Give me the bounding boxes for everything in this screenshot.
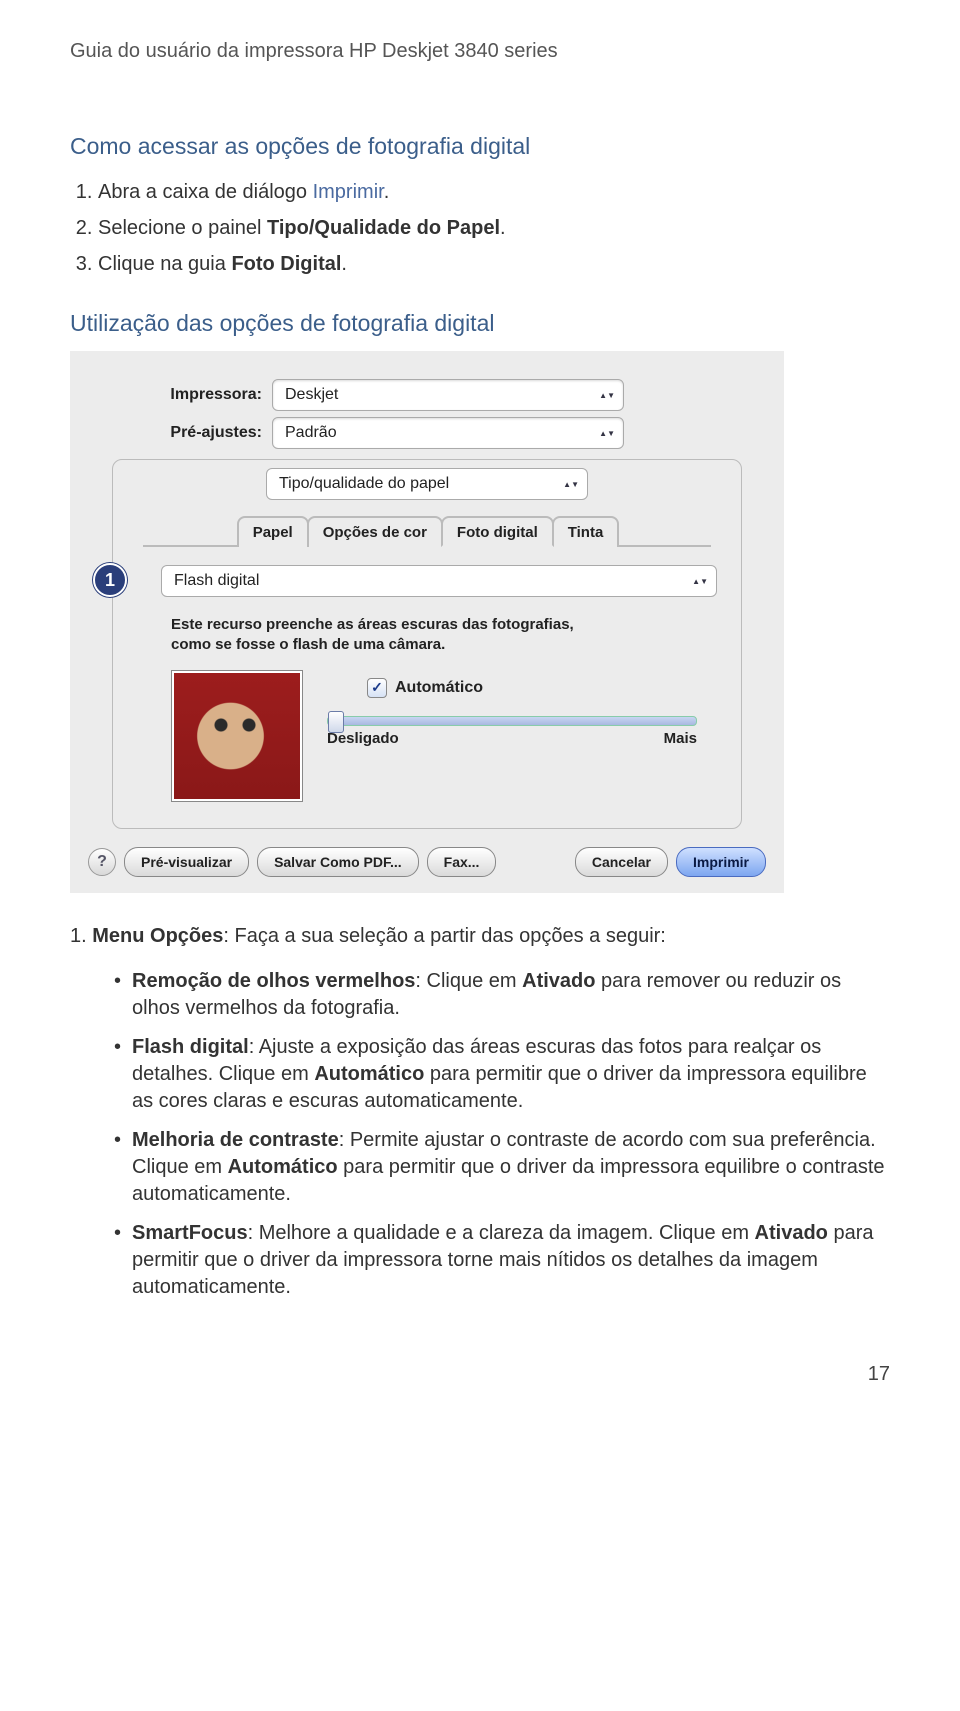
printer-select[interactable]: Deskjet ▲▼ [272, 379, 624, 411]
steps-list: Abra a caixa de diálogo Imprimir. Seleci… [70, 174, 890, 282]
menu-intro-num: 1. [70, 925, 92, 947]
bullet-contrast: Melhoria de contraste: Permite ajustar o… [114, 1121, 890, 1214]
slider-max-label: Mais [664, 730, 697, 747]
step-2: Selecione o painel Tipo/Qualidade do Pap… [98, 210, 890, 246]
bullet-red-eye-b2: Ativado [522, 970, 595, 992]
step-1-link: Imprimir [313, 181, 384, 203]
bullet-flash-title: Flash digital [132, 1036, 249, 1058]
bullet-smartfocus: SmartFocus: Melhore a qualidade e a clar… [114, 1214, 890, 1307]
slider-track[interactable] [327, 716, 697, 726]
print-button[interactable]: Imprimir [676, 847, 766, 877]
menu-intro-bold: Menu Opções [92, 925, 223, 947]
auto-label: Automático [395, 679, 483, 697]
updown-icon: ▲▼ [563, 481, 579, 488]
menu-intro: 1. Menu Opções: Faça a sua seleção a par… [70, 923, 890, 950]
step-3-post: . [341, 253, 347, 275]
step-2-post: . [500, 217, 506, 239]
preview-button[interactable]: Pré-visualizar [124, 847, 249, 877]
panel-tabs: Papel Opções de cor Foto digital Tinta [143, 514, 711, 547]
cancel-button[interactable]: Cancelar [575, 847, 668, 877]
step-2-pre: Selecione o painel [98, 217, 267, 239]
printer-label: Impressora: [122, 386, 272, 404]
tab-papel[interactable]: Papel [237, 516, 309, 547]
slider-thumb[interactable] [328, 711, 344, 733]
digital-option-value: Flash digital [174, 572, 259, 590]
presets-row: Pré-ajustes: Padrão ▲▼ [122, 417, 742, 449]
digital-option-select[interactable]: Flash digital ▲▼ [161, 565, 717, 597]
dialog-footer: ? Pré-visualizar Salvar Como PDF... Fax.… [88, 847, 766, 877]
printer-value: Deskjet [285, 386, 338, 404]
intensity-slider: Desligado Mais [327, 716, 697, 747]
step-1-pre: Abra a caixa de diálogo [98, 181, 313, 203]
auto-checkbox-row: ✓ Automático [367, 678, 707, 698]
menu-intro-rest: : Faça a sua seleção a partir das opções… [223, 925, 665, 947]
step-1-post: . [384, 181, 390, 203]
updown-icon: ▲▼ [599, 430, 615, 437]
tab-foto-digital[interactable]: Foto digital [441, 516, 554, 547]
panel-category-select[interactable]: Tipo/qualidade do papel ▲▼ [266, 468, 588, 500]
presets-label: Pré-ajustes: [122, 424, 272, 442]
preview-row: ✓ Automático Desligado Mais [171, 670, 707, 802]
printer-row: Impressora: Deskjet ▲▼ [122, 379, 742, 411]
options-bullets: Remoção de olhos vermelhos: Clique em At… [114, 962, 890, 1307]
step-3-pre: Clique na guia [98, 253, 231, 275]
panel-category-value: Tipo/qualidade do papel [279, 475, 449, 493]
step-1: Abra a caixa de diálogo Imprimir. [98, 174, 890, 210]
bullet-contrast-title: Melhoria de contraste [132, 1129, 339, 1151]
document-page: Guia do usuário da impressora HP Deskjet… [0, 0, 960, 1416]
auto-checkbox[interactable]: ✓ [367, 678, 387, 698]
bullet-smartfocus-t1: : Melhore a qualidade e a clareza da ima… [248, 1222, 755, 1244]
tab-content: 1 Flash digital ▲▼ Este recurso preenche… [137, 565, 717, 802]
option-description: Este recurso preenche as áreas escuras d… [171, 615, 591, 656]
presets-select[interactable]: Padrão ▲▼ [272, 417, 624, 449]
bullet-smartfocus-title: SmartFocus [132, 1222, 248, 1244]
page-number: 17 [70, 1363, 890, 1386]
section-heading-access: Como acessar as opções de fotografia dig… [70, 133, 890, 160]
bullet-red-eye-title: Remoção de olhos vermelhos [132, 970, 415, 992]
bullet-red-eye-t1: : Clique em [415, 970, 522, 992]
save-pdf-button[interactable]: Salvar Como PDF... [257, 847, 419, 877]
print-dialog-screenshot: Impressora: Deskjet ▲▼ Pré-ajustes: Padr… [70, 351, 784, 893]
step-3: Clique na guia Foto Digital. [98, 246, 890, 282]
presets-value: Padrão [285, 424, 337, 442]
fax-button[interactable]: Fax... [427, 847, 497, 877]
section-heading-usage: Utilização das opções de fotografia digi… [70, 310, 890, 337]
bullet-flash-digital: Flash digital: Ajuste a exposição das ár… [114, 1028, 890, 1121]
updown-icon: ▲▼ [599, 392, 615, 399]
option-controls: ✓ Automático Desligado Mais [327, 670, 707, 753]
updown-icon: ▲▼ [692, 578, 708, 585]
step-3-bold: Foto Digital [231, 253, 341, 275]
bullet-red-eye: Remoção de olhos vermelhos: Clique em At… [114, 962, 890, 1028]
tab-opcoes-de-cor[interactable]: Opções de cor [307, 516, 443, 547]
tab-tinta[interactable]: Tinta [552, 516, 620, 547]
step-2-bold: Tipo/Qualidade do Papel [267, 217, 500, 239]
bullet-flash-b2: Automático [314, 1063, 424, 1085]
bullet-contrast-b2: Automático [228, 1156, 338, 1178]
bullet-smartfocus-b2: Ativado [755, 1222, 828, 1244]
preview-photo [171, 670, 303, 802]
callout-badge-1: 1 [93, 563, 127, 597]
running-header: Guia do usuário da impressora HP Deskjet… [70, 40, 890, 63]
help-button[interactable]: ? [88, 848, 116, 876]
slider-labels: Desligado Mais [327, 730, 697, 747]
options-panel: Tipo/qualidade do papel ▲▼ Papel Opções … [112, 459, 742, 829]
